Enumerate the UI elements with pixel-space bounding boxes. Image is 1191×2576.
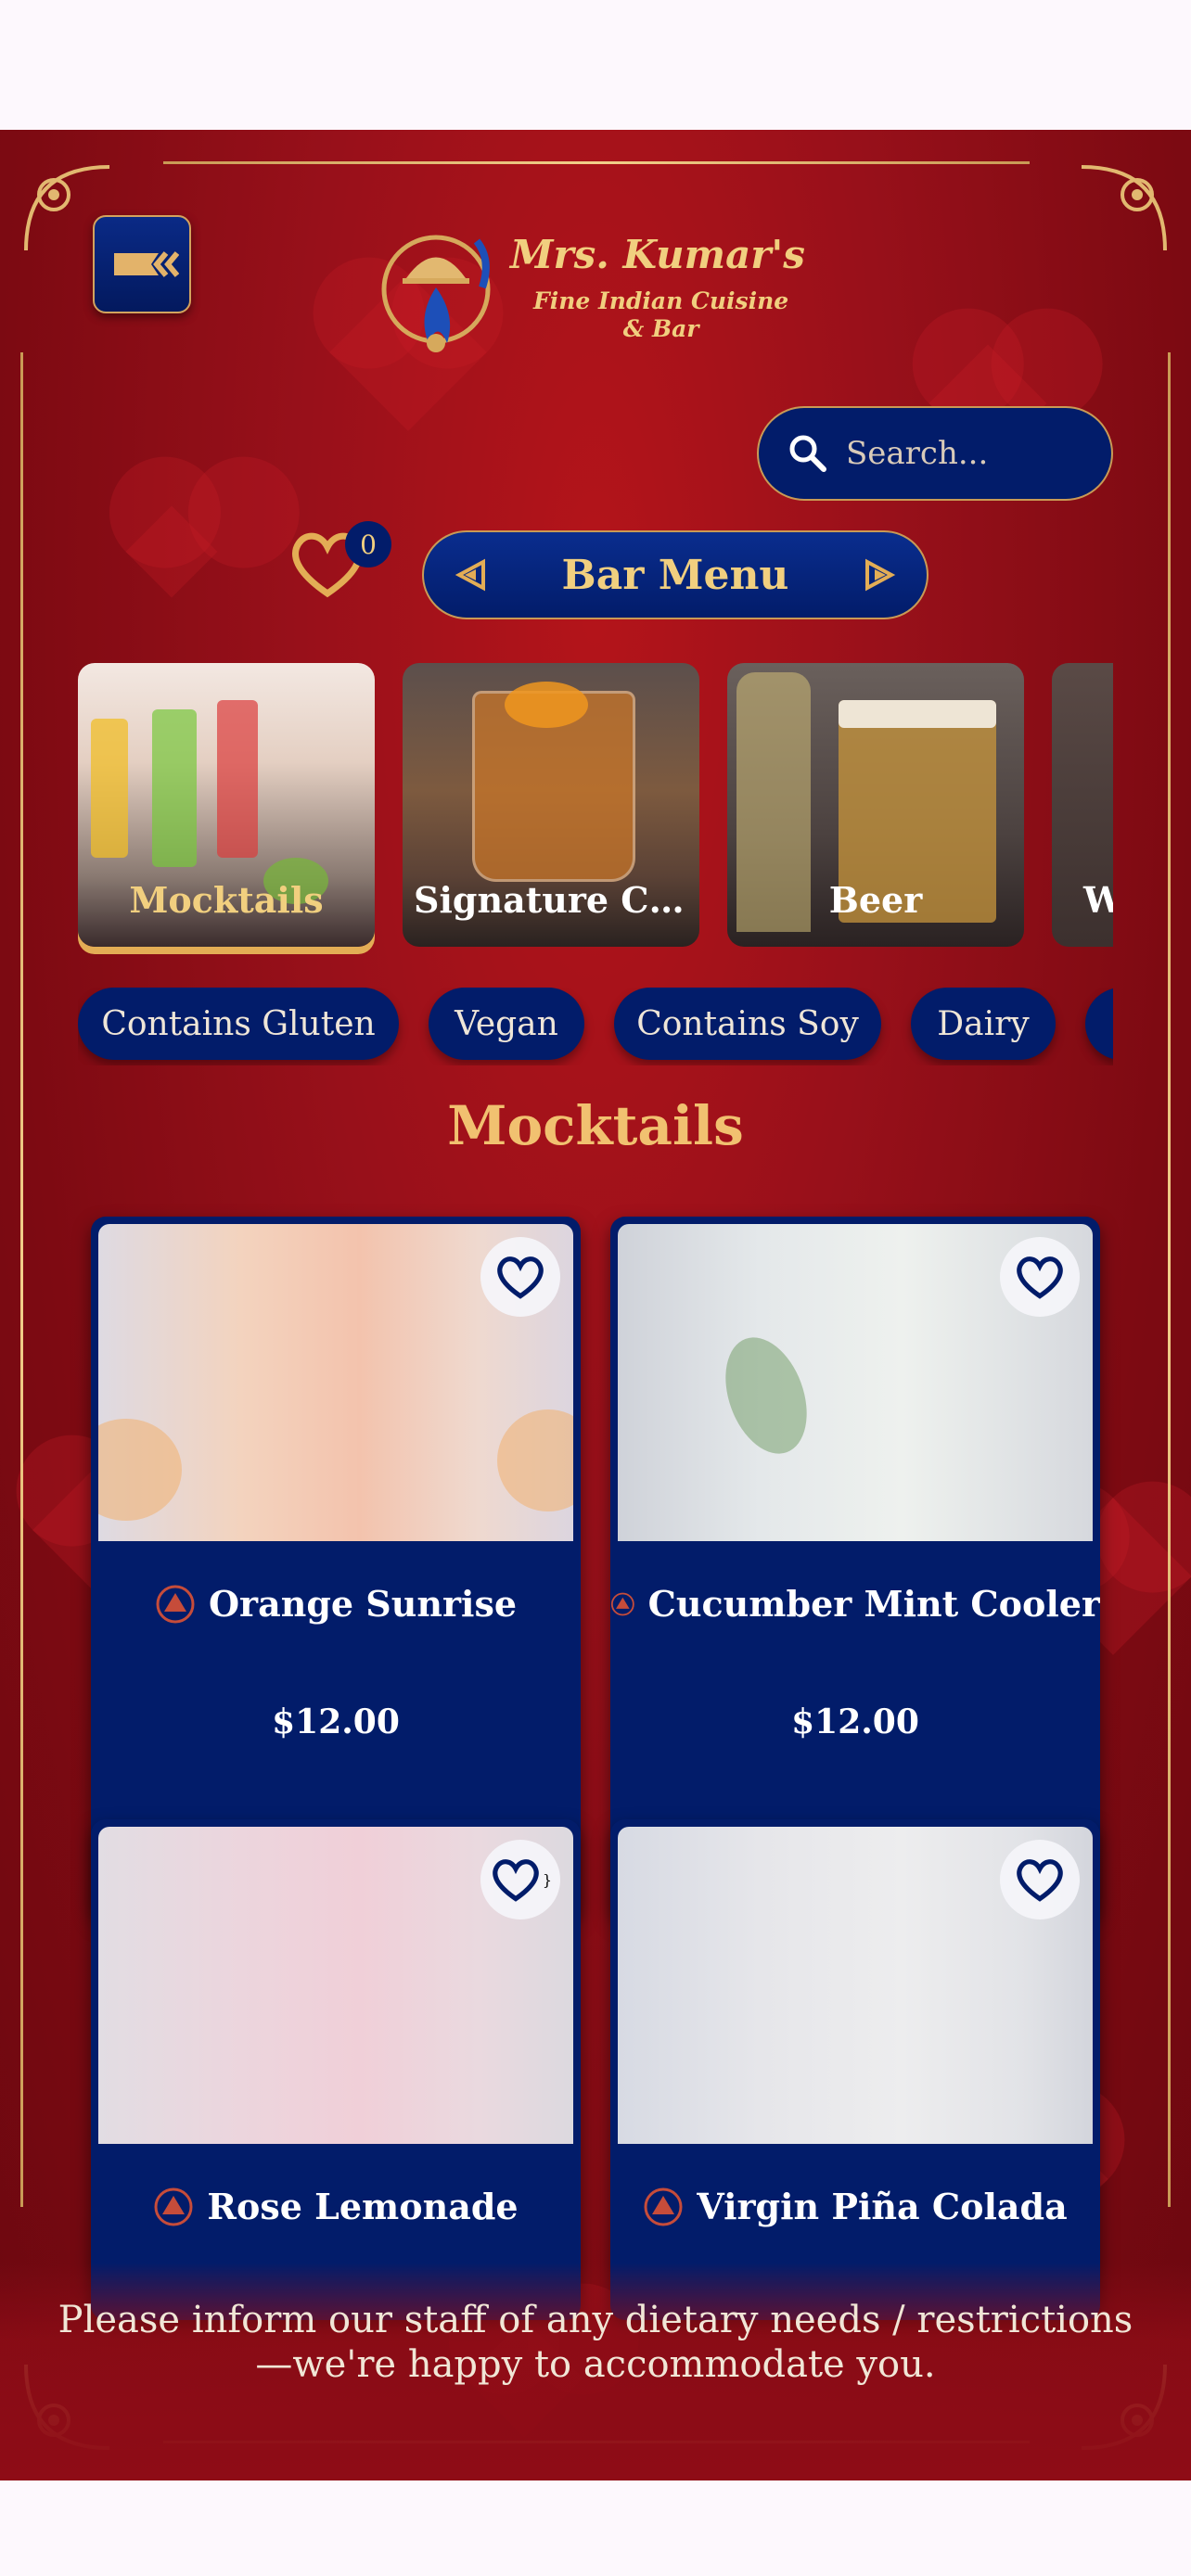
category-carousel: Mocktails Signature Cock... Beer W — [78, 663, 1113, 956]
heart-outline-icon — [1017, 1859, 1063, 1902]
favorite-toggle[interactable] — [480, 1237, 560, 1317]
category-label: Beer — [828, 879, 923, 921]
app-screen: Mrs. Kumar's Fine Indian Cuisine & Bar 0… — [0, 130, 1191, 2480]
frame-left-line — [20, 352, 23, 2207]
filter-chip-dairy[interactable]: Dairy — [911, 988, 1056, 1060]
brand-subtitle-line-1: Fine Indian Cuisine — [533, 287, 789, 314]
menu-switcher-label[interactable]: Bar Menu — [562, 552, 789, 599]
menu-item-card[interactable]: Virgin Piña Colada — [610, 1819, 1100, 2320]
dietary-note: Please inform our staff of any dietary n… — [0, 2298, 1191, 2387]
category-card-signature-cocktails[interactable]: Signature Cock... — [403, 663, 699, 947]
category-label: Signature Cock... — [414, 879, 699, 921]
item-photo: } — [98, 1827, 573, 2144]
non-veg-triangle-icon — [610, 1592, 634, 1615]
triangle-right-icon[interactable] — [862, 556, 899, 593]
favorite-toggle[interactable] — [1000, 1237, 1080, 1317]
drink-glass-shape — [152, 709, 197, 867]
orange-slice-shape — [98, 1419, 182, 1521]
frame-top-line — [163, 161, 1030, 164]
filter-chip-contains-gluten[interactable]: Contains Gluten — [78, 988, 399, 1060]
search-bar[interactable] — [757, 406, 1113, 501]
category-card-mocktails[interactable]: Mocktails — [78, 663, 375, 947]
category-label: Mocktails — [129, 879, 324, 921]
filter-chip-vegan[interactable]: Vegan — [429, 988, 584, 1060]
search-input[interactable] — [844, 434, 1098, 473]
favorite-toggle[interactable] — [1000, 1840, 1080, 1919]
item-name-row: Orange Sunrise — [91, 1583, 581, 1625]
brand-title: Mrs. Kumar's — [510, 232, 805, 277]
item-name: Virgin Piña Colada — [697, 2186, 1068, 2227]
drink-glass-shape — [217, 700, 258, 858]
triangle-left-icon[interactable] — [452, 556, 489, 593]
item-name-row: Rose Lemonade — [91, 2186, 581, 2227]
ornament-corner-icon — [1081, 165, 1167, 251]
item-name-row: Virgin Piña Colada — [610, 2186, 1100, 2227]
brand-subtitle: Fine Indian Cuisine & Bar — [533, 287, 788, 343]
item-price: $12.00 — [272, 1702, 400, 1741]
item-name: Orange Sunrise — [208, 1583, 518, 1625]
mint-leaf-shape — [711, 1326, 822, 1465]
frame-right-line — [1168, 352, 1171, 2207]
category-label: W — [1052, 879, 1113, 921]
category-card-beer[interactable]: Beer — [727, 663, 1024, 947]
menu-item-card[interactable]: Orange Sunrise $12.00 — [91, 1217, 581, 1918]
back-button[interactable] — [93, 215, 191, 313]
background-heart — [125, 505, 218, 598]
menu-switcher: Bar Menu — [422, 530, 928, 619]
item-photo — [618, 1827, 1093, 2144]
heart-outline-icon — [1017, 1256, 1063, 1299]
item-price: $12.00 — [791, 1702, 919, 1741]
item-photo — [618, 1224, 1093, 1541]
brand-subtitle-line-2: & Bar — [622, 315, 699, 342]
double-chevron-left-icon — [114, 251, 179, 277]
item-photo — [98, 1224, 573, 1541]
dietary-note-line-1: Please inform our staff of any dietary n… — [58, 2299, 1133, 2341]
menu-item-card[interactable]: } Rose Lemonade — [91, 1819, 581, 2320]
non-veg-triangle-icon — [154, 2187, 193, 2225]
orange-slice-shape — [505, 682, 588, 728]
restaurant-logo: Mrs. Kumar's Fine Indian Cuisine & Bar — [380, 213, 816, 376]
non-veg-triangle-icon — [644, 2187, 683, 2225]
non-veg-triangle-icon — [156, 1585, 195, 1623]
heart-outline-icon — [497, 1256, 544, 1299]
item-name: Rose Lemonade — [207, 2186, 519, 2227]
menu-item-card[interactable]: Cucumber Mint Cooler $12.00 — [610, 1217, 1100, 1918]
drink-glass-shape — [91, 719, 128, 858]
filter-chip-more[interactable] — [1085, 988, 1113, 1060]
favorite-toggle[interactable]: } — [480, 1840, 560, 1919]
category-card-wine[interactable]: W — [1052, 663, 1113, 947]
heart-outline-icon — [493, 1859, 539, 1902]
filter-chip-contains-soy[interactable]: Contains Soy — [614, 988, 881, 1060]
item-name-row: Cucumber Mint Cooler — [610, 1583, 1100, 1625]
orange-slice-shape — [497, 1409, 573, 1511]
peacock-emblem-icon — [381, 235, 491, 352]
search-icon — [789, 435, 826, 472]
section-title: Mocktails — [447, 1094, 744, 1157]
dietary-note-line-2: —we're happy to accommodate you. — [255, 2343, 936, 2386]
beer-foam-shape — [839, 700, 996, 728]
dietary-filter-chips: Contains Gluten Vegan Contains Soy Dairy — [78, 988, 1113, 1065]
item-name: Cucumber Mint Cooler — [647, 1583, 1100, 1625]
favorites-count-badge: 0 — [345, 521, 391, 567]
